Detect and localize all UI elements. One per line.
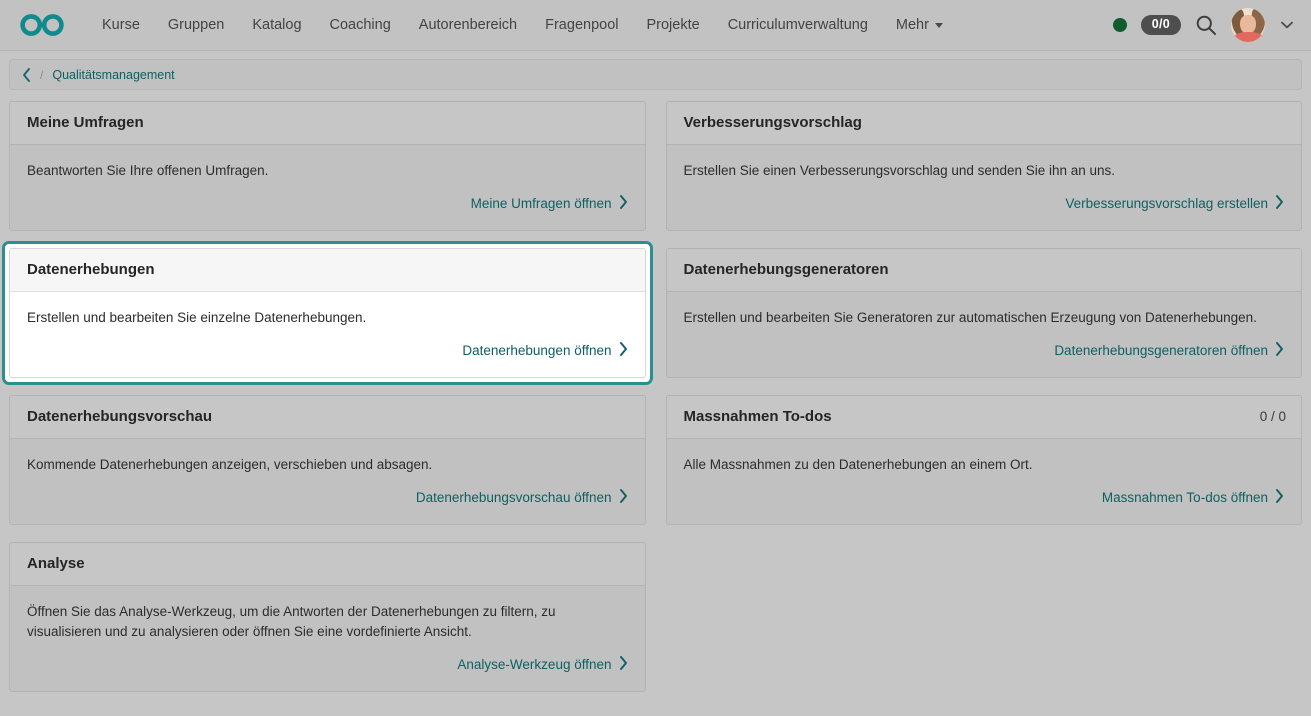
card-count: 0 / 0: [1260, 409, 1286, 424]
nav-item-fragenpool[interactable]: Fragenpool: [531, 11, 632, 39]
card-action-massnahmen-to-dos-oeffnen[interactable]: Massnahmen To-dos öffnen: [1102, 483, 1284, 514]
card-title: Datenerhebungen: [27, 261, 155, 278]
card-description: Erstellen Sie einen Verbesserungsvorschl…: [684, 161, 1284, 181]
user-menu-chevron-down-icon[interactable]: [1279, 21, 1293, 29]
card-description: Kommende Datenerhebungen anzeigen, versc…: [27, 455, 627, 475]
card-column-right: Verbesserungsvorschlag Erstellen Sie ein…: [666, 101, 1303, 709]
card-description: Beantworten Sie Ihre offenen Umfragen.: [27, 161, 627, 181]
breadcrumb-back-chevron-left-icon[interactable]: [22, 68, 31, 82]
card-body: Erstellen und bearbeiten Sie einzelne Da…: [10, 292, 645, 377]
card-body: Beantworten Sie Ihre offenen Umfragen. M…: [10, 145, 645, 230]
search-icon[interactable]: [1195, 14, 1217, 36]
card-description: Erstellen und bearbeiten Sie einzelne Da…: [27, 308, 627, 328]
nav-item-curriculumverwaltung[interactable]: Curriculumverwaltung: [714, 11, 882, 39]
breadcrumb-separator: /: [40, 68, 43, 82]
chevron-down-icon: [935, 23, 943, 28]
card-action-label: Massnahmen To-dos öffnen: [1102, 490, 1268, 505]
card-action-verbesserungsvorschlag-erstellen[interactable]: Verbesserungsvorschlag erstellen: [1065, 189, 1284, 220]
card-column-left: Meine Umfragen Beantworten Sie Ihre offe…: [9, 101, 646, 709]
nav-item-kurse[interactable]: Kurse: [88, 11, 154, 39]
card-datenerhebungen[interactable]: Datenerhebungen Erstellen und bearbeiten…: [2, 241, 653, 385]
task-count-badge[interactable]: 0/0: [1141, 15, 1181, 35]
breadcrumb-item-qualitaetsmanagement[interactable]: Qualitätsmanagement: [52, 68, 174, 82]
card-title: Datenerhebungsgeneratoren: [684, 261, 889, 278]
nav-item-mehr-label: Mehr: [896, 17, 929, 33]
card-body: Erstellen Sie einen Verbesserungsvorschl…: [667, 145, 1302, 230]
chevron-right-icon: [619, 195, 628, 212]
card-body: Öffnen Sie das Analyse-Werkzeug, um die …: [10, 586, 645, 691]
card-header: Datenerhebungen: [10, 249, 645, 292]
chevron-right-icon: [619, 489, 628, 506]
card-action-datenerhebungsgeneratoren-oeffnen[interactable]: Datenerhebungsgeneratoren öffnen: [1054, 336, 1284, 367]
card-action-analyse-werkzeug-oeffnen[interactable]: Analyse-Werkzeug öffnen: [457, 650, 627, 681]
card-action-label: Datenerhebungsgeneratoren öffnen: [1054, 343, 1268, 358]
card-header: Datenerhebungsvorschau: [10, 396, 645, 439]
nav-item-projekte[interactable]: Projekte: [632, 11, 713, 39]
chevron-right-icon: [1275, 195, 1284, 212]
card-meine-umfragen[interactable]: Meine Umfragen Beantworten Sie Ihre offe…: [9, 101, 646, 231]
breadcrumb: / Qualitätsmanagement: [9, 59, 1302, 90]
avatar-clothing: [1234, 32, 1263, 42]
card-header: Massnahmen To-dos 0 / 0: [667, 396, 1302, 439]
chevron-right-icon: [1275, 342, 1284, 359]
card-body: Erstellen und bearbeiten Sie Generatoren…: [667, 292, 1302, 377]
nav-item-katalog[interactable]: Katalog: [238, 11, 315, 39]
card-datenerhebungsvorschau[interactable]: Datenerhebungsvorschau Kommende Datenerh…: [9, 395, 646, 525]
card-body: Kommende Datenerhebungen anzeigen, versc…: [10, 439, 645, 524]
card-title: Datenerhebungsvorschau: [27, 408, 212, 425]
card-action-datenerhebungen-oeffnen[interactable]: Datenerhebungen öffnen: [462, 336, 627, 367]
chevron-right-icon: [619, 656, 628, 673]
card-action-label: Datenerhebungsvorschau öffnen: [416, 490, 612, 505]
chevron-right-icon: [1275, 489, 1284, 506]
nav-items: Kurse Gruppen Katalog Coaching Autorenbe…: [88, 11, 1113, 39]
chevron-right-icon: [619, 342, 628, 359]
card-action-datenerhebungsvorschau-oeffnen[interactable]: Datenerhebungsvorschau öffnen: [416, 483, 628, 514]
card-description: Öffnen Sie das Analyse-Werkzeug, um die …: [27, 602, 627, 642]
card-verbesserungsvorschlag[interactable]: Verbesserungsvorschlag Erstellen Sie ein…: [666, 101, 1303, 231]
card-description: Alle Massnahmen zu den Datenerhebungen a…: [684, 455, 1284, 475]
card-massnahmen-to-dos[interactable]: Massnahmen To-dos 0 / 0 Alle Massnahmen …: [666, 395, 1303, 525]
nav-item-mehr[interactable]: Mehr: [882, 11, 957, 39]
card-title: Massnahmen To-dos: [684, 408, 832, 425]
nav-item-coaching[interactable]: Coaching: [316, 11, 405, 39]
card-header: Meine Umfragen: [10, 102, 645, 145]
nav-item-autorenbereich[interactable]: Autorenbereich: [405, 11, 531, 39]
infinity-logo-icon: [18, 12, 66, 38]
card-title: Analyse: [27, 555, 85, 572]
card-header: Datenerhebungsgeneratoren: [667, 249, 1302, 292]
status-indicator-dot: [1113, 18, 1127, 32]
card-title: Meine Umfragen: [27, 114, 144, 131]
card-action-label: Analyse-Werkzeug öffnen: [457, 657, 611, 672]
card-action-label: Meine Umfragen öffnen: [471, 196, 612, 211]
card-description: Erstellen und bearbeiten Sie Generatoren…: [684, 308, 1284, 328]
card-analyse[interactable]: Analyse Öffnen Sie das Analyse-Werkzeug,…: [9, 542, 646, 692]
card-datenerhebungsgeneratoren[interactable]: Datenerhebungsgeneratoren Erstellen und …: [666, 248, 1303, 378]
card-action-meine-umfragen-oeffnen[interactable]: Meine Umfragen öffnen: [471, 189, 628, 220]
card-title: Verbesserungsvorschlag: [684, 114, 862, 131]
card-action-label: Verbesserungsvorschlag erstellen: [1065, 196, 1268, 211]
brand-logo[interactable]: [18, 12, 66, 38]
card-header: Verbesserungsvorschlag: [667, 102, 1302, 145]
card-body: Alle Massnahmen zu den Datenerhebungen a…: [667, 439, 1302, 524]
card-header: Analyse: [10, 543, 645, 586]
nav-right-tools: 0/0: [1113, 8, 1297, 42]
top-navigation-bar: Kurse Gruppen Katalog Coaching Autorenbe…: [0, 0, 1311, 51]
dashboard-card-grid: Meine Umfragen Beantworten Sie Ihre offe…: [0, 90, 1311, 709]
nav-item-gruppen[interactable]: Gruppen: [154, 11, 238, 39]
avatar[interactable]: [1231, 8, 1265, 42]
card-action-label: Datenerhebungen öffnen: [462, 343, 611, 358]
